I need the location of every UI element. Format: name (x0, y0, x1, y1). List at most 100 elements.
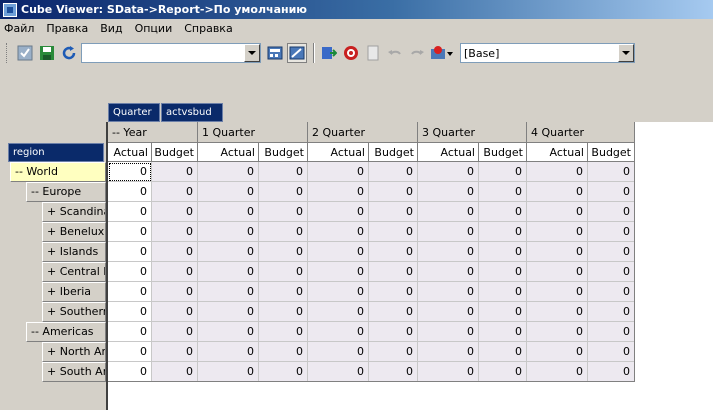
column-group-header[interactable]: 2 Quarter (308, 122, 418, 143)
data-cell[interactable]: 0 (308, 222, 369, 242)
data-cell[interactable]: 0 (198, 322, 259, 342)
data-cell[interactable]: 0 (152, 322, 198, 342)
column-dim-quarter[interactable]: Quarter (108, 103, 160, 122)
data-cell[interactable]: 0 (479, 202, 527, 222)
row-header[interactable]: -- Europe (26, 182, 106, 202)
data-cell[interactable]: 0 (259, 182, 308, 202)
toolbar-grip[interactable] (6, 43, 9, 63)
row-header[interactable]: + Iberia (42, 282, 106, 302)
data-cell[interactable]: 0 (308, 242, 369, 262)
row-header[interactable]: + Central Europe (42, 262, 106, 282)
row-header[interactable]: + Southern Europe (42, 302, 106, 322)
data-cell[interactable]: 0 (308, 282, 369, 302)
data-cell[interactable]: 0 (369, 342, 418, 362)
data-cell[interactable]: 0 (479, 182, 527, 202)
undo-icon[interactable] (385, 43, 405, 63)
column-sub-header-actual[interactable]: Actual (108, 143, 152, 162)
data-cell[interactable]: 0 (198, 262, 259, 282)
data-cell[interactable]: 0 (108, 242, 152, 262)
data-cell[interactable]: 0 (479, 342, 527, 362)
data-cell[interactable]: 0 (369, 242, 418, 262)
data-cell[interactable]: 0 (198, 302, 259, 322)
data-cell[interactable]: 0 (418, 342, 479, 362)
data-cell[interactable]: 0 (259, 202, 308, 222)
column-sub-header-budget[interactable]: Budget (588, 143, 635, 162)
data-cell[interactable]: 0 (308, 202, 369, 222)
refresh-icon[interactable] (59, 43, 79, 63)
data-cell[interactable]: 0 (369, 302, 418, 322)
data-cell[interactable]: 0 (588, 302, 635, 322)
calculator-icon[interactable] (265, 43, 285, 63)
data-cell[interactable]: 0 (369, 262, 418, 282)
data-cell[interactable]: 0 (479, 302, 527, 322)
data-cell[interactable]: 0 (259, 322, 308, 342)
row-header[interactable]: + Islands (42, 242, 106, 262)
data-cell[interactable]: 0 (418, 302, 479, 322)
stop-icon[interactable] (341, 43, 361, 63)
data-cell[interactable]: 0 (108, 182, 152, 202)
data-cell[interactable]: 0 (527, 162, 588, 182)
data-cell[interactable]: 0 (369, 222, 418, 242)
row-header[interactable]: + Scandinavia (42, 202, 106, 222)
data-cell[interactable]: 0 (108, 262, 152, 282)
data-cell[interactable]: 0 (479, 162, 527, 182)
row-dim-region[interactable]: region (8, 143, 104, 162)
chevron-down-icon[interactable] (618, 44, 634, 62)
data-cell[interactable]: 0 (108, 302, 152, 322)
data-cell[interactable]: 0 (108, 162, 152, 182)
data-cell[interactable]: 0 (527, 202, 588, 222)
data-cell[interactable]: 0 (479, 262, 527, 282)
data-cell[interactable]: 0 (418, 262, 479, 282)
row-header[interactable]: -- Americas (26, 322, 106, 342)
data-cell[interactable]: 0 (479, 322, 527, 342)
data-cell[interactable]: 0 (588, 322, 635, 342)
row-header[interactable]: -- World (10, 162, 106, 182)
column-sub-header-actual[interactable]: Actual (418, 143, 479, 162)
data-cell[interactable]: 0 (588, 162, 635, 182)
data-cell[interactable]: 0 (527, 322, 588, 342)
menu-options[interactable]: Опции (135, 22, 173, 35)
data-cell[interactable]: 0 (527, 282, 588, 302)
column-dim-actvsbud[interactable]: actvsbud (161, 103, 223, 122)
data-cell[interactable]: 0 (308, 302, 369, 322)
menu-edit[interactable]: Правка (46, 22, 88, 35)
data-cell[interactable]: 0 (588, 362, 635, 382)
column-sub-header-budget[interactable]: Budget (369, 143, 418, 162)
data-cell[interactable]: 0 (152, 282, 198, 302)
data-cell[interactable]: 0 (152, 162, 198, 182)
data-cell[interactable]: 0 (369, 322, 418, 342)
data-cell[interactable]: 0 (308, 182, 369, 202)
row-header[interactable]: + North America (42, 342, 106, 362)
row-header[interactable]: + South America (42, 362, 106, 382)
data-cell[interactable]: 0 (259, 262, 308, 282)
data-cell[interactable]: 0 (308, 342, 369, 362)
data-cell[interactable]: 0 (198, 202, 259, 222)
data-cell[interactable]: 0 (259, 242, 308, 262)
data-cell[interactable]: 0 (308, 322, 369, 342)
data-cell[interactable]: 0 (152, 222, 198, 242)
data-cell[interactable]: 0 (418, 362, 479, 382)
export-icon[interactable] (319, 43, 339, 63)
data-cell[interactable]: 0 (588, 342, 635, 362)
data-cell[interactable]: 0 (198, 242, 259, 262)
data-cell[interactable]: 0 (152, 242, 198, 262)
data-cell[interactable]: 0 (259, 282, 308, 302)
column-sub-header-budget[interactable]: Budget (479, 143, 527, 162)
data-cell[interactable]: 0 (152, 182, 198, 202)
save-icon[interactable] (37, 43, 57, 63)
auto-recalc-icon[interactable] (287, 43, 307, 63)
data-cell[interactable]: 0 (198, 342, 259, 362)
data-cell[interactable]: 0 (108, 362, 152, 382)
data-cell[interactable]: 0 (527, 262, 588, 282)
data-cell[interactable]: 0 (152, 302, 198, 322)
data-cell[interactable]: 0 (418, 282, 479, 302)
data-cell[interactable]: 0 (108, 322, 152, 342)
data-cell[interactable]: 0 (152, 342, 198, 362)
column-group-header[interactable]: 1 Quarter (198, 122, 308, 143)
data-cell[interactable]: 0 (108, 342, 152, 362)
column-sub-header-actual[interactable]: Actual (198, 143, 259, 162)
data-cell[interactable]: 0 (418, 162, 479, 182)
data-cell[interactable]: 0 (308, 362, 369, 382)
data-cell[interactable]: 0 (108, 222, 152, 242)
data-cell[interactable]: 0 (152, 202, 198, 222)
